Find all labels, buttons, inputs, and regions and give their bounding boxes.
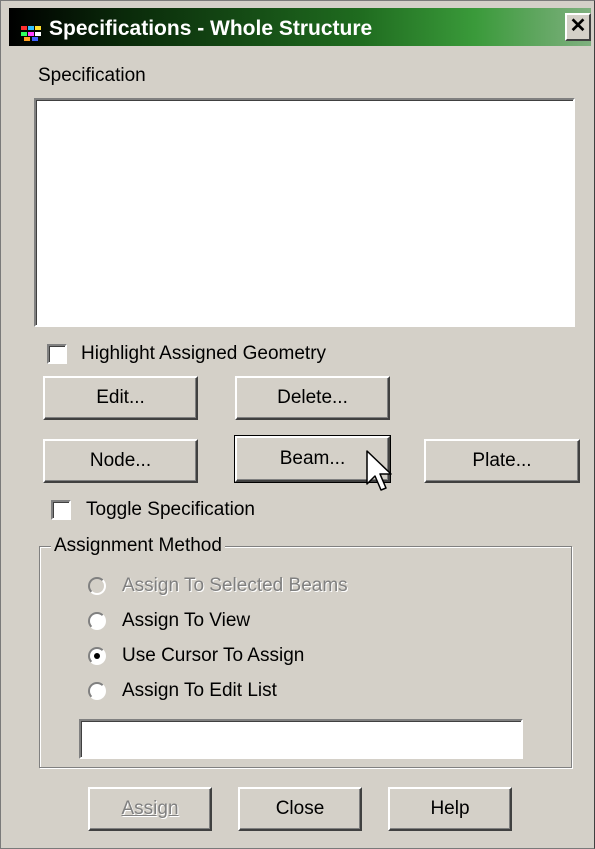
radio-selected-dot [94,653,100,659]
node-button-label: Node... [89,450,152,471]
plate-button[interactable]: Plate... [424,439,580,483]
toggle-specification-label: Toggle Specification [86,499,255,520]
mouse-pointer-icon [366,450,392,491]
specifications-dialog: Specifications - Whole Structure ✕ Speci… [0,0,595,849]
specification-label: Specification [38,65,146,86]
radio-use-cursor[interactable] [88,647,106,665]
plate-button-label: Plate... [472,450,532,471]
close-window-button[interactable]: ✕ [565,13,591,41]
close-button[interactable]: Close [238,787,362,831]
highlight-checkbox-label: Highlight Assigned Geometry [81,343,327,364]
help-button-label: Help [430,798,470,819]
toggle-specification-checkbox[interactable] [51,500,71,520]
radio-assign-edit-list-label[interactable]: Assign To Edit List [122,680,277,702]
highlight-checkbox[interactable] [47,344,67,364]
specification-list[interactable] [34,98,575,327]
window-title: Specifications - Whole Structure [49,17,373,40]
delete-button-label: Delete... [277,387,348,408]
assign-button: Assign [88,787,212,831]
app-icon [21,26,41,41]
help-button[interactable]: Help [388,787,512,831]
title-bar[interactable]: Specifications - Whole Structure ✕ [9,8,591,46]
radio-use-cursor-label[interactable]: Use Cursor To Assign [122,645,304,667]
radio-assign-selected-beams [88,577,106,595]
radio-assign-to-view-label[interactable]: Assign To View [122,610,250,632]
close-button-label: Close [275,798,325,819]
radio-assign-edit-list[interactable] [88,682,106,700]
radio-assign-selected-beams-label: Assign To Selected Beams [122,575,348,596]
delete-button[interactable]: Delete... [235,376,390,420]
edit-button[interactable]: Edit... [43,376,198,420]
assign-button-label: Assign [121,798,179,819]
edit-list-input[interactable] [79,719,523,759]
edit-button-label: Edit... [96,387,145,408]
assignment-method-label: Assignment Method [51,535,225,557]
beam-button-label: Beam... [279,448,346,469]
close-icon: ✕ [569,15,587,37]
node-button[interactable]: Node... [43,439,198,483]
radio-assign-to-view[interactable] [88,612,106,630]
